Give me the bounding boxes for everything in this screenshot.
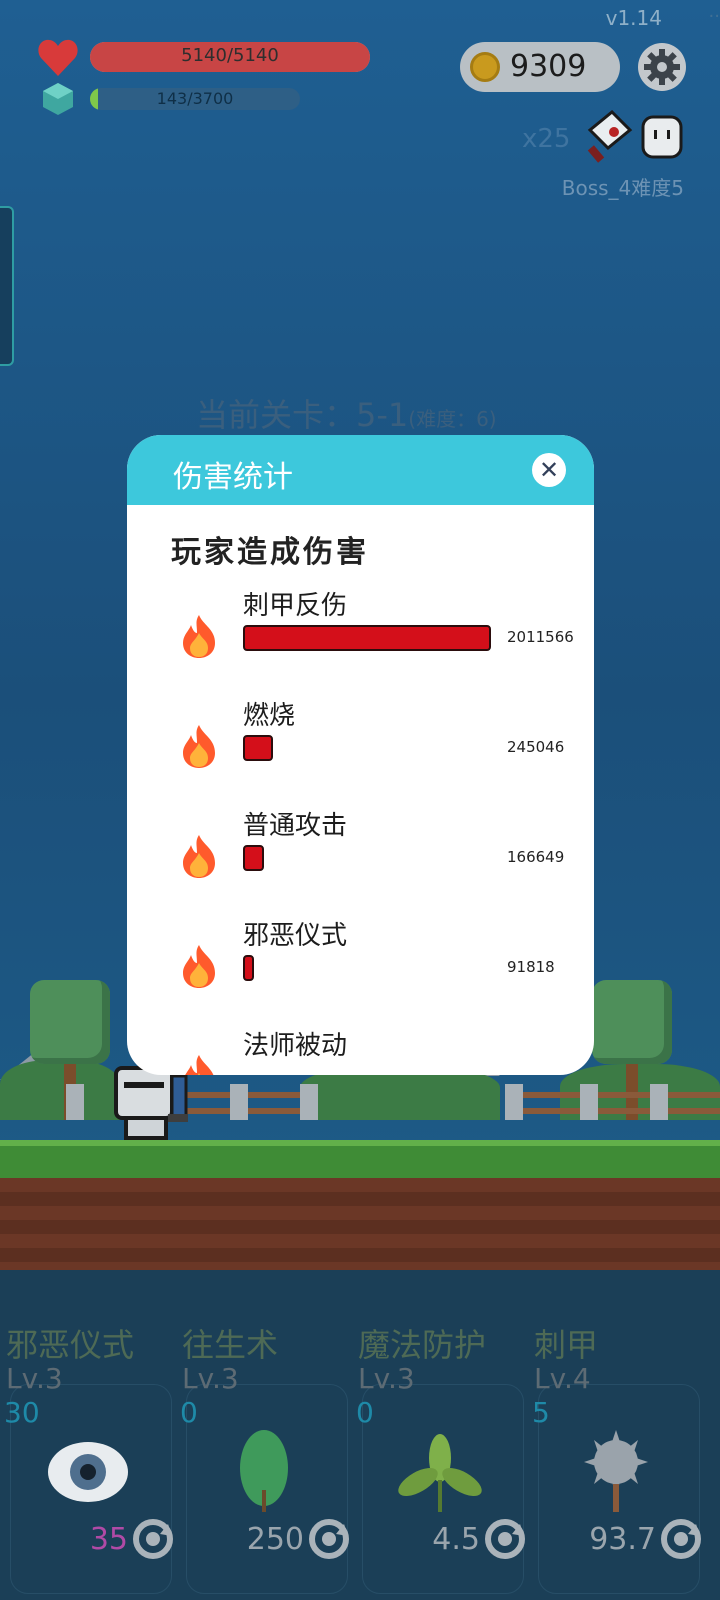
damage-row: 燃烧 245046 — [127, 695, 594, 805]
damage-value: 166649 — [507, 848, 565, 866]
close-icon[interactable]: ✕ — [532, 453, 566, 487]
damage-row: 法师被动 — [127, 1025, 594, 1075]
fence-post — [230, 1084, 248, 1120]
coin-icon — [470, 52, 500, 82]
stage-difficulty: (难度：6) — [408, 407, 497, 431]
skill-slot[interactable]: 往生术 Lv.3 0 250 — [176, 1300, 352, 1600]
skill-name: 往生术 — [182, 1326, 279, 1364]
dialog-title: 伤害统计 — [173, 460, 293, 495]
hp-text: 5140/5140 — [181, 45, 279, 66]
dialog-header: 伤害统计 ✕ — [127, 435, 594, 505]
fire-icon — [179, 943, 219, 989]
version-tail: ·· — [708, 6, 720, 27]
section-title: 玩家造成伤害 — [171, 535, 369, 570]
fence-post — [300, 1084, 318, 1120]
skill-slot[interactable]: 刺甲 Lv.4 5 93.7 — [528, 1300, 704, 1600]
fence — [505, 1108, 720, 1114]
refresh-icon[interactable] — [660, 1518, 702, 1560]
fence-post — [650, 1084, 668, 1120]
skill-cost: 250 — [246, 1522, 304, 1557]
skill-name: 刺甲 — [534, 1326, 599, 1364]
damage-source-name: 邪恶仪式 — [243, 921, 348, 951]
refresh-icon[interactable] — [484, 1518, 526, 1560]
refresh-icon[interactable] — [132, 1518, 174, 1560]
damage-source-name: 刺甲反伤 — [243, 591, 348, 621]
fire-icon — [179, 1053, 219, 1075]
skill-count: 0 — [180, 1396, 198, 1429]
skill-count: 30 — [4, 1396, 40, 1429]
refresh-icon[interactable] — [308, 1518, 350, 1560]
xp-bar: 143/3700 — [90, 88, 300, 110]
damage-source-name: 普通攻击 — [243, 811, 348, 841]
skill-slot[interactable]: 魔法防护 Lv.3 0 4.5 — [352, 1300, 528, 1600]
skill-level: Lv.4 — [534, 1362, 591, 1395]
fence-post — [66, 1084, 84, 1120]
damage-value: 2011566 — [507, 628, 574, 646]
fence-post — [580, 1084, 598, 1120]
skill-slot[interactable]: 邪恶仪式 Lv.3 30 35 — [0, 1300, 176, 1600]
spiked-mace-icon — [568, 1430, 664, 1514]
xp-text: 143/3700 — [156, 89, 234, 108]
dirt-ground — [0, 1178, 720, 1270]
gear-icon[interactable] — [637, 42, 687, 92]
skill-level: Lv.3 — [358, 1362, 415, 1395]
damage-row: 普通攻击 166649 — [127, 805, 594, 915]
coin-counter: 9309 — [460, 42, 620, 92]
stage-label: 当前关卡：5-1 — [196, 396, 409, 434]
damage-value: 91818 — [507, 958, 555, 976]
skill-count: 0 — [356, 1396, 374, 1429]
eye-icon — [40, 1430, 136, 1514]
skill-count: 5 — [532, 1396, 550, 1429]
damage-bar — [243, 735, 273, 761]
gem-icon — [43, 83, 73, 115]
cleaver-icon — [587, 110, 633, 163]
grass-ground — [0, 1140, 720, 1178]
skill-level: Lv.3 — [6, 1362, 63, 1395]
damage-bar — [243, 955, 254, 981]
skills-panel: 邪恶仪式 Lv.3 30 35 往生术 Lv.3 0 250 魔法防护 Lv.3 0 4.5 刺甲 Lv.… — [0, 1300, 720, 1600]
fire-icon — [179, 723, 219, 769]
leaf-icon — [216, 1430, 312, 1514]
damage-value: 245046 — [507, 738, 565, 756]
fire-icon — [179, 613, 219, 659]
bush — [0, 1060, 120, 1120]
fence — [505, 1092, 720, 1098]
boss-multiplier: x25 — [522, 124, 571, 154]
boss-label: Boss_4难度5 — [561, 176, 684, 200]
fence-post — [505, 1084, 523, 1120]
skill-cost: 93.7 — [589, 1522, 656, 1557]
skill-name: 魔法防护 — [358, 1326, 487, 1364]
skill-level: Lv.3 — [182, 1362, 239, 1395]
damage-row: 邪恶仪式 91818 — [127, 915, 594, 1025]
damage-source-name: 燃烧 — [243, 701, 296, 731]
damage-bar — [243, 845, 264, 871]
coin-amount: 9309 — [510, 49, 587, 84]
hp-bar: 5140/5140 — [90, 42, 370, 72]
skill-name: 邪恶仪式 — [6, 1326, 135, 1364]
side-drawer-tab[interactable] — [0, 206, 14, 366]
damage-source-name: 法师被动 — [243, 1031, 348, 1061]
skill-cost: 35 — [89, 1522, 128, 1557]
fire-icon — [179, 833, 219, 879]
damage-bar — [243, 625, 491, 651]
skill-cost: 4.5 — [432, 1522, 480, 1557]
damage-row: 刺甲反伤 2011566 — [127, 585, 594, 695]
stage-indicator: 当前关卡：5-1(难度：6) — [196, 390, 497, 436]
damage-stats-dialog: 伤害统计 ✕ 玩家造成伤害 刺甲反伤 2011566 燃烧 245046 普通攻击 166… — [127, 435, 594, 1075]
version-label: v1.14 — [605, 6, 662, 30]
sprout-icon — [392, 1430, 488, 1514]
heart-icon — [38, 39, 78, 76]
ghost-icon — [641, 115, 683, 159]
